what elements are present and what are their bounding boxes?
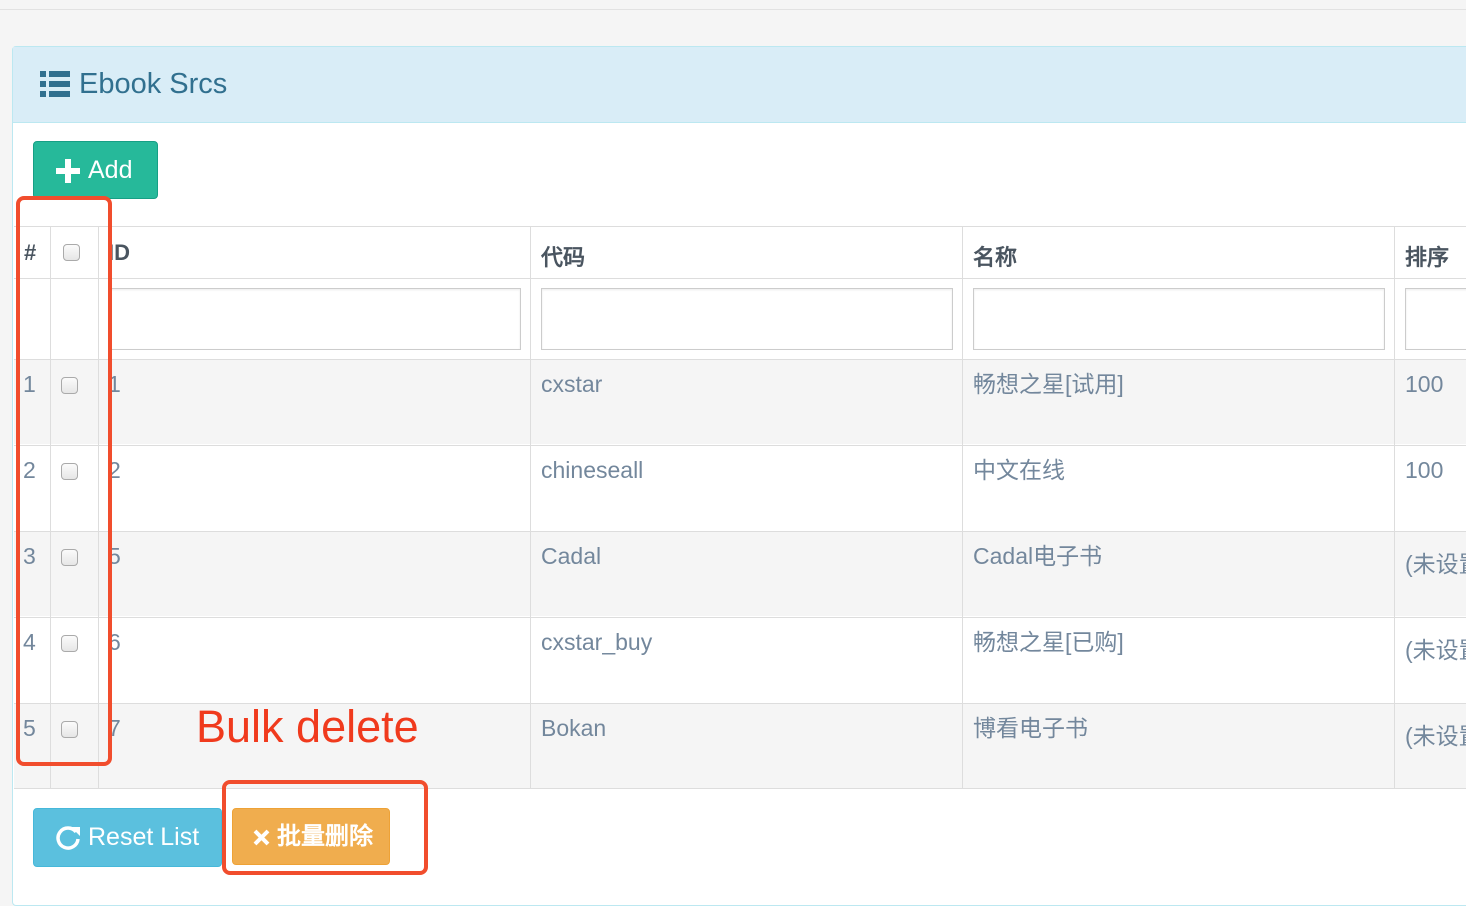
row-name: Cadal电子书 (973, 543, 1103, 569)
reset-list-button[interactable]: Reset List (33, 808, 222, 867)
col-header-name[interactable]: 名称 (973, 240, 1017, 272)
panel-heading: Ebook Srcs (13, 47, 1466, 123)
row-name: 畅想之星[已购] (973, 629, 1124, 655)
row-code: chineseall (541, 457, 644, 483)
row-name: 博看电子书 (973, 715, 1088, 741)
checkbox-column-highlight (16, 196, 112, 766)
id-filter-input[interactable] (109, 288, 521, 350)
row-sort: 100 (1405, 457, 1444, 483)
add-button-label: Add (88, 156, 133, 184)
row-name: 中文在线 (973, 457, 1065, 483)
name-filter-input[interactable] (973, 288, 1385, 350)
header-row (14, 226, 1466, 278)
table-row (14, 359, 1466, 444)
col-header-sort[interactable]: 排序 (1405, 240, 1449, 272)
row-sort: (未设置) (1405, 723, 1466, 749)
row-code: cxstar_buy (541, 629, 653, 655)
table-row (14, 445, 1466, 530)
bulk-delete-highlight (222, 780, 428, 875)
panel-title: Ebook Srcs (79, 68, 228, 100)
row-name: 畅想之星[试用] (973, 371, 1124, 397)
table-row (14, 531, 1466, 616)
table-row (14, 617, 1466, 702)
reset-list-label: Reset List (88, 823, 200, 851)
list-icon (40, 71, 70, 97)
row-code: Cadal (541, 543, 602, 569)
add-button[interactable]: Add (33, 141, 158, 199)
row-sort: (未设置) (1405, 551, 1466, 577)
top-bar (0, 0, 1466, 10)
plus-icon (56, 159, 80, 183)
col-header-code[interactable]: 代码 (541, 240, 585, 272)
bulk-delete-annotation: Bulk delete (196, 701, 419, 752)
code-filter-input[interactable] (541, 288, 953, 350)
sort-filter-input[interactable] (1405, 288, 1466, 350)
row-code: Bokan (541, 715, 607, 741)
row-sort: (未设置) (1405, 637, 1466, 663)
row-sort: 100 (1405, 371, 1444, 397)
row-code: cxstar (541, 371, 603, 397)
refresh-icon (56, 826, 80, 850)
